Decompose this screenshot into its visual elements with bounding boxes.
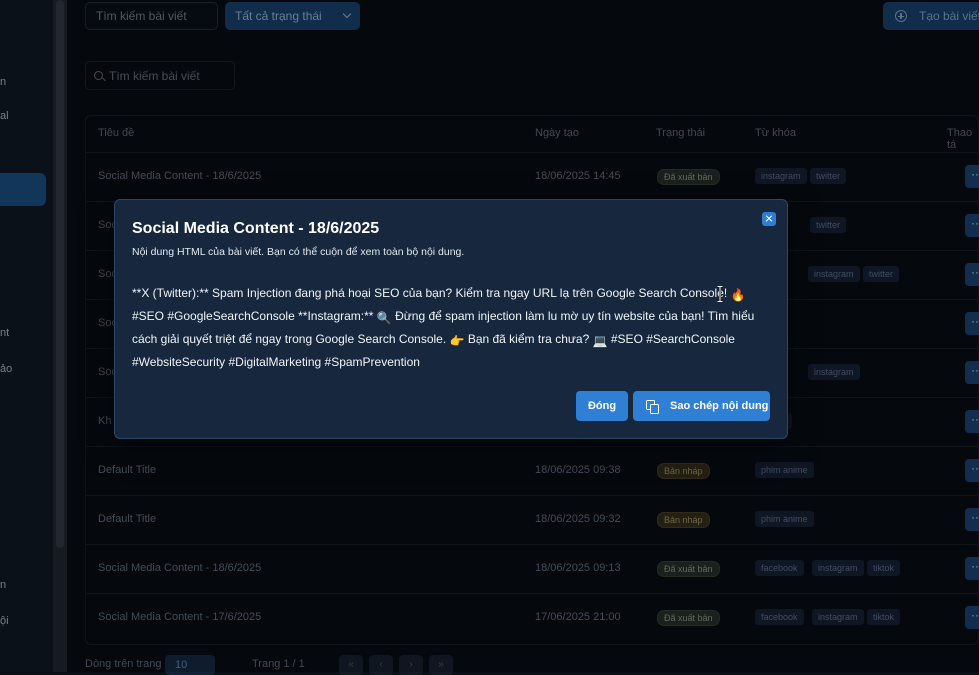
magnifier-emoji-icon: 🔍: [376, 311, 392, 325]
dialog-content: **X (Twitter):** Spam Injection đang phá…: [132, 283, 772, 373]
dialog-title: Social Media Content - 18/6/2025: [132, 220, 380, 237]
close-button[interactable]: Đóng: [576, 391, 628, 421]
copy-content-label: Sao chép nội dung: [670, 400, 769, 412]
content-text: **X (Twitter):** Spam Injection đang phá…: [132, 286, 731, 300]
content-preview-dialog: Social Media Content - 18/6/2025 Nội dun…: [114, 199, 788, 439]
laptop-emoji-icon: 💻: [592, 334, 608, 348]
content-text: Bạn đã kiểm tra chưa?: [464, 332, 593, 346]
close-icon[interactable]: [762, 212, 776, 226]
text-cursor-icon: [717, 286, 723, 302]
copy-content-button[interactable]: Sao chép nội dung: [633, 391, 770, 421]
fire-emoji-icon: 🔥: [730, 288, 746, 302]
content-text: #SEO #GoogleSearchConsole **Instagram:**: [132, 309, 377, 323]
pointing-hand-emoji-icon: 👉: [449, 334, 465, 348]
copy-icon: [646, 400, 659, 414]
dialog-subtitle: Nội dung HTML của bài viết. Bạn có thể c…: [132, 246, 465, 258]
